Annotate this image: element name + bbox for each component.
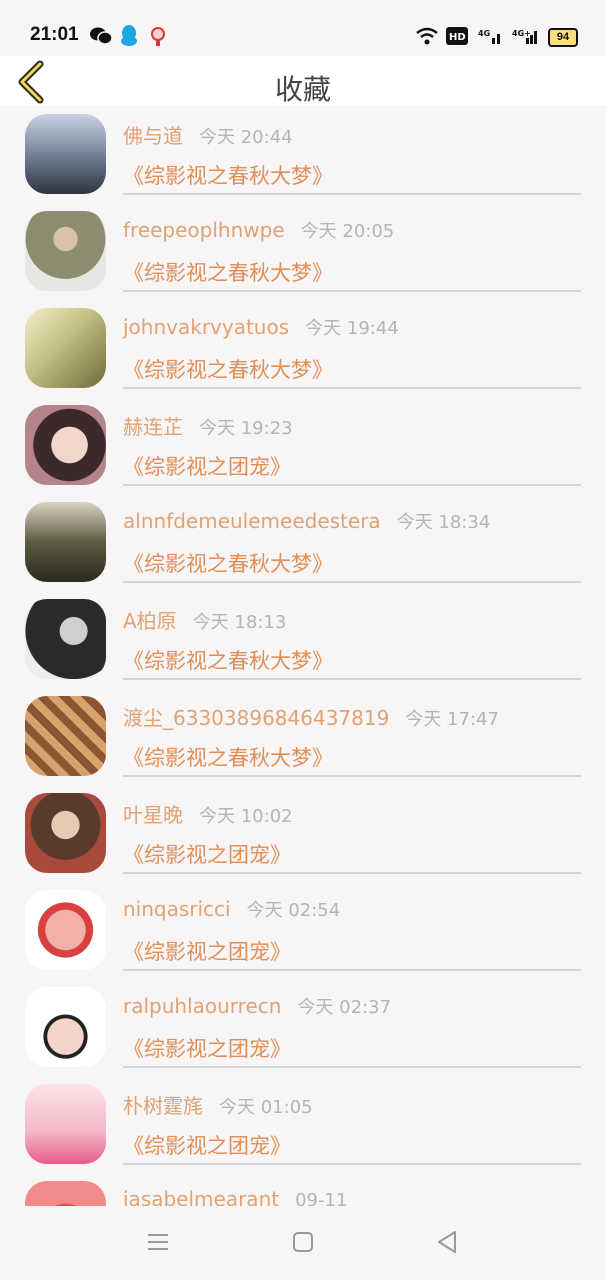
divider (123, 775, 581, 777)
username[interactable]: johnvakrvyatuos (123, 315, 289, 339)
hd-icon: HD (446, 27, 468, 45)
work-title[interactable]: 《综影视之团宠》 (123, 451, 291, 481)
username[interactable]: ninqasricci (123, 897, 231, 921)
avatar[interactable] (25, 696, 106, 776)
timestamp: 今天 02:54 (246, 900, 341, 921)
username[interactable]: ralpuhlaourrecn (123, 994, 281, 1018)
divider (123, 484, 581, 486)
avatar[interactable] (25, 793, 106, 873)
timestamp: 09-11 (295, 1190, 348, 1206)
work-title[interactable]: 《综影视之团宠》 (123, 1130, 291, 1160)
username[interactable]: 叶星晚 (123, 803, 183, 827)
list-item[interactable]: 佛与道 今天 20:44 《综影视之春秋大梦》 (0, 106, 606, 203)
avatar[interactable] (25, 211, 106, 291)
back-icon[interactable] (435, 1230, 459, 1254)
svg-text:4G+: 4G+ (512, 29, 531, 38)
divider (123, 678, 581, 680)
svg-text:4G: 4G (478, 29, 490, 38)
divider (123, 1066, 581, 1068)
wifi-icon (416, 27, 438, 45)
timestamp: 今天 17:47 (405, 709, 499, 730)
header-bar: 收藏 (0, 56, 606, 106)
system-nav-bar (0, 1206, 606, 1280)
divider (123, 1163, 581, 1165)
divider (123, 872, 581, 874)
status-bar: 21:01 HD 4G 4G+ 94 (0, 0, 606, 56)
timestamp: 今天 18:34 (396, 512, 491, 533)
timestamp: 今天 10:02 (199, 806, 293, 827)
list-item[interactable]: johnvakrvyatuos 今天 19:44 《综影视之春秋大梦》 (0, 300, 606, 397)
work-title[interactable]: 《综影视之春秋大梦》 (123, 257, 333, 287)
avatar[interactable] (25, 987, 106, 1067)
avatar[interactable] (25, 405, 106, 485)
work-title[interactable]: 《综影视之春秋大梦》 (123, 742, 333, 772)
avatar[interactable] (25, 308, 106, 388)
list-item[interactable]: ninqasricci 今天 02:54 《综影视之团宠》 (0, 882, 606, 979)
list-item[interactable]: 赫连芷 今天 19:23 《综影视之团宠》 (0, 397, 606, 494)
work-title[interactable]: 《综影视之团宠》 (123, 839, 291, 869)
battery-icon: 94 (548, 28, 578, 47)
username[interactable]: 赫连芷 (123, 415, 183, 439)
timestamp: 今天 20:05 (300, 221, 395, 242)
work-title[interactable]: 《综影视之春秋大梦》 (123, 354, 333, 384)
avatar[interactable] (25, 502, 106, 582)
username[interactable]: iasabelmearant (123, 1187, 279, 1206)
timestamp: 今天 02:37 (297, 997, 392, 1018)
home-icon[interactable] (291, 1230, 315, 1254)
work-title[interactable]: 《综影视之春秋大梦》 (123, 548, 333, 578)
list-item[interactable]: iasabelmearant 09-11 (0, 1173, 606, 1206)
list-item[interactable]: 朴树霆旄 今天 01:05 《综影视之团宠》 (0, 1076, 606, 1173)
divider (123, 581, 581, 583)
work-title[interactable]: 《综影视之团宠》 (123, 936, 291, 966)
username[interactable]: A柏原 (123, 609, 177, 633)
username[interactable]: alnnfdemeulemeedestera (123, 509, 381, 533)
work-title[interactable]: 《综影视之团宠》 (123, 1033, 291, 1063)
avatar[interactable] (25, 599, 106, 679)
work-title[interactable]: 《综影视之春秋大梦》 (123, 160, 333, 190)
divider (123, 290, 581, 292)
battery-level: 94 (556, 31, 570, 43)
svg-text:HD: HD (449, 32, 466, 43)
signal-4g-plus-icon: 4G+ (512, 29, 537, 44)
divider (123, 969, 581, 971)
timestamp: 今天 19:44 (305, 318, 399, 339)
signal-4g-icon: 4G (478, 29, 500, 44)
divider (123, 387, 581, 389)
list-item[interactable]: 叶星晚 今天 10:02 《综影视之团宠》 (0, 785, 606, 882)
avatar[interactable] (25, 1084, 106, 1164)
menu-icon[interactable] (146, 1230, 170, 1254)
wechat-icon (90, 27, 112, 45)
timestamp: 今天 18:13 (192, 612, 287, 633)
status-time: 21:01 (30, 24, 79, 45)
avatar[interactable] (25, 890, 106, 970)
username[interactable]: 佛与道 (123, 124, 183, 148)
favorites-list: 佛与道 今天 20:44 《综影视之春秋大梦》 freepeoplhnwpe 今天 … (0, 106, 606, 1206)
list-item[interactable]: 渡尘_63303896846437819 今天 17:47 《综影视之春秋大梦》 (0, 688, 606, 785)
list-item[interactable]: ralpuhlaourrecn 今天 02:37 《综影视之团宠》 (0, 979, 606, 1076)
divider (123, 193, 581, 195)
list-item[interactable]: A柏原 今天 18:13 《综影视之春秋大梦》 (0, 591, 606, 688)
notification-icon (151, 27, 165, 46)
username[interactable]: freepeoplhnwpe (123, 218, 285, 242)
work-title[interactable]: 《综影视之春秋大梦》 (123, 645, 333, 675)
timestamp: 今天 19:23 (199, 418, 293, 439)
list-item[interactable]: freepeoplhnwpe 今天 20:05 《综影视之春秋大梦》 (0, 203, 606, 300)
page-title: 收藏 (274, 73, 331, 106)
list-item[interactable]: alnnfdemeulemeedestera 今天 18:34 《综影视之春秋大梦… (0, 494, 606, 591)
username[interactable]: 朴树霆旄 (123, 1094, 203, 1118)
qq-icon (121, 25, 137, 46)
timestamp: 今天 01:05 (219, 1097, 313, 1118)
timestamp: 今天 20:44 (199, 127, 293, 148)
username[interactable]: 渡尘_63303896846437819 (123, 706, 389, 730)
avatar[interactable] (25, 1181, 106, 1206)
avatar[interactable] (25, 114, 106, 194)
